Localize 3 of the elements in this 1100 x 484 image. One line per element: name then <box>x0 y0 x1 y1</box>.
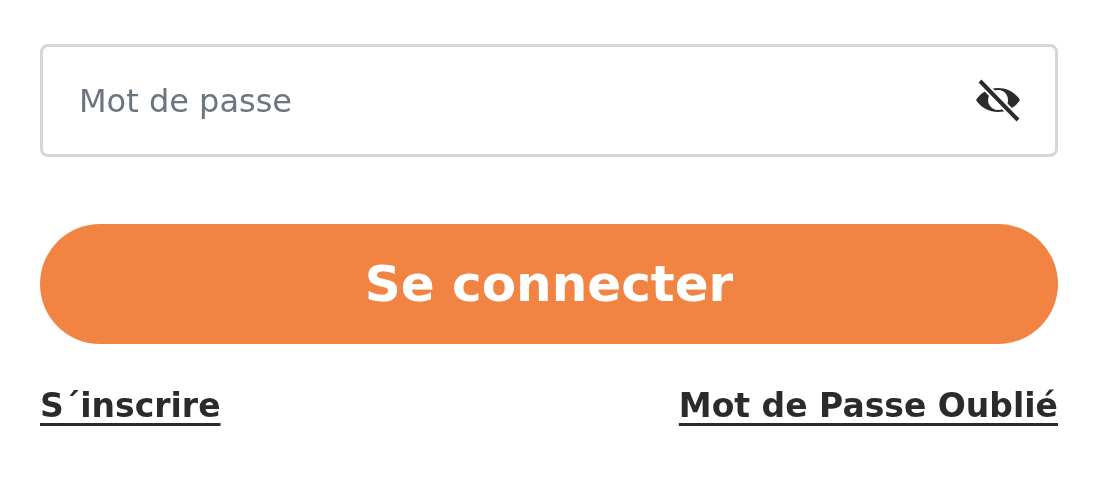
signup-link[interactable]: S´inscrire <box>40 386 221 425</box>
forgot-password-link[interactable]: Mot de Passe Oublié <box>678 386 1058 425</box>
password-field[interactable]: Mot de passe <box>40 44 1058 157</box>
